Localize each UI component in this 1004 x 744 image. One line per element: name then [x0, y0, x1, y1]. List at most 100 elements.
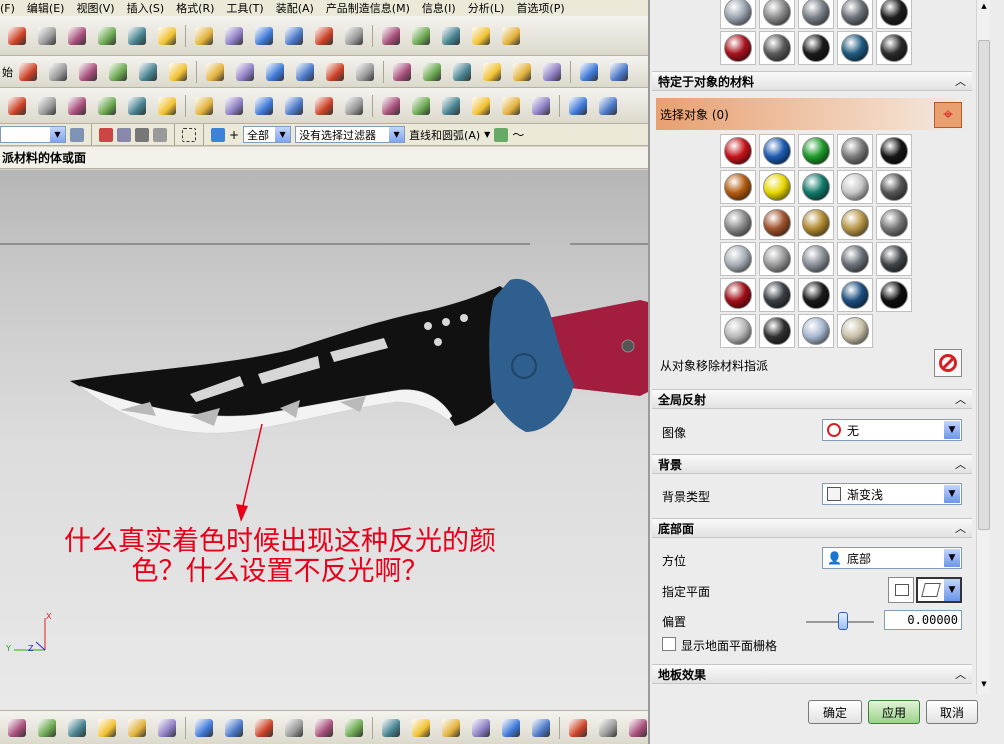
view-tool-button[interactable]: [192, 716, 216, 740]
scrollbar-thumb[interactable]: [978, 40, 990, 530]
material-sphere[interactable]: [802, 209, 830, 237]
type-filter-combo[interactable]: ▼: [0, 126, 66, 143]
surface-tool-button[interactable]: [282, 94, 306, 118]
material-sphere[interactable]: [724, 281, 752, 309]
material-sphere[interactable]: [841, 245, 869, 273]
material-sphere[interactable]: [802, 317, 830, 345]
menu-item[interactable]: 视图(V): [76, 0, 114, 16]
standard-tool-button[interactable]: [282, 24, 306, 48]
chevron-down-icon[interactable]: ▼: [944, 579, 960, 601]
standard-tool-button[interactable]: [95, 24, 119, 48]
view-tool-button[interactable]: [499, 716, 523, 740]
surface-tool-button[interactable]: [312, 94, 336, 118]
menu-item[interactable]: 信息(I): [422, 0, 456, 16]
menu-item[interactable]: 插入(S): [127, 0, 165, 16]
feature-tool-button[interactable]: [293, 60, 317, 84]
material-sphere[interactable]: [802, 137, 830, 165]
surface-tool-button[interactable]: [35, 94, 59, 118]
surface-tool-button[interactable]: [499, 94, 523, 118]
material-sphere[interactable]: [802, 281, 830, 309]
material-sphere[interactable]: [880, 281, 908, 309]
material-sphere[interactable]: [841, 137, 869, 165]
view-tool-button[interactable]: [596, 716, 620, 740]
select-icon[interactable]: [117, 127, 131, 142]
standard-tool-button[interactable]: [379, 24, 403, 48]
menu-item[interactable]: (F): [0, 2, 15, 15]
material-sphere[interactable]: [724, 317, 752, 345]
rectangle-select-icon[interactable]: [182, 127, 196, 142]
menu-item[interactable]: 工具(T): [226, 0, 263, 16]
view-tool-button[interactable]: [469, 716, 493, 740]
standard-tool-button[interactable]: [155, 24, 179, 48]
feature-tool-button[interactable]: [263, 60, 287, 84]
view-tool-button[interactable]: [95, 716, 119, 740]
standard-tool-button[interactable]: [125, 24, 149, 48]
feature-tool-button[interactable]: [390, 60, 414, 84]
curve-icon[interactable]: 〜: [512, 126, 524, 143]
curve-rule-label[interactable]: 直线和圆弧(A): [409, 127, 480, 143]
surface-tool-button[interactable]: [192, 94, 216, 118]
surface-tool-button[interactable]: [439, 94, 463, 118]
ok-button[interactable]: 确定: [808, 700, 862, 724]
surface-tool-button[interactable]: [566, 94, 590, 118]
view-tool-button[interactable]: [566, 716, 590, 740]
object-materials-header[interactable]: 特定于对象的材料 ︿: [652, 71, 972, 91]
view-tool-button[interactable]: [65, 716, 89, 740]
feature-tool-button[interactable]: [106, 60, 130, 84]
offset-slider-thumb[interactable]: [838, 612, 849, 630]
feature-tool-button[interactable]: [323, 60, 347, 84]
cancel-button[interactable]: 取消: [926, 700, 978, 724]
feature-tool-button[interactable]: [577, 60, 601, 84]
surface-tool-button[interactable]: [222, 94, 246, 118]
collapse-icon[interactable]: ︿: [955, 666, 966, 682]
feature-tool-button[interactable]: [510, 60, 534, 84]
deselect-icon[interactable]: [153, 127, 167, 142]
standard-tool-button[interactable]: [65, 24, 89, 48]
material-sphere[interactable]: [841, 173, 869, 201]
feature-tool-button[interactable]: [136, 60, 160, 84]
collapse-icon[interactable]: ︿: [955, 73, 966, 89]
surface-tool-button[interactable]: [469, 94, 493, 118]
show-grid-checkbox[interactable]: [662, 637, 676, 651]
feature-tool-button[interactable]: [607, 60, 631, 84]
surface-tool-button[interactable]: [5, 94, 29, 118]
panel-scrollbar[interactable]: ▲ ▼: [976, 0, 990, 694]
view-tool-button[interactable]: [252, 716, 276, 740]
standard-tool-button[interactable]: [35, 24, 59, 48]
feature-tool-button[interactable]: [420, 60, 444, 84]
global-reflection-header[interactable]: 全局反射 ︿: [652, 389, 972, 409]
view-tool-button[interactable]: [222, 716, 246, 740]
selection-filter-combo[interactable]: 没有选择过滤器 ▼: [295, 126, 406, 143]
feature-tool-button[interactable]: [233, 60, 257, 84]
cube-icon[interactable]: [211, 127, 225, 142]
view-tool-button[interactable]: [626, 716, 648, 740]
view-tool-button[interactable]: [312, 716, 336, 740]
standard-tool-button[interactable]: [312, 24, 336, 48]
surface-tool-button[interactable]: [95, 94, 119, 118]
chevron-down-icon[interactable]: ▼: [944, 549, 960, 567]
view-tool-button[interactable]: [409, 716, 433, 740]
surface-tool-button[interactable]: [342, 94, 366, 118]
view-tool-button[interactable]: [439, 716, 463, 740]
menu-item[interactable]: 分析(L): [468, 0, 505, 16]
feature-tool-button[interactable]: [166, 60, 190, 84]
surface-tool-button[interactable]: [65, 94, 89, 118]
surface-tool-button[interactable]: [529, 94, 553, 118]
menu-item[interactable]: 编辑(E): [27, 0, 65, 16]
feature-tool-button[interactable]: [540, 60, 564, 84]
material-sphere[interactable]: [724, 137, 752, 165]
material-sphere[interactable]: [763, 281, 791, 309]
material-sphere[interactable]: [880, 209, 908, 237]
material-sphere[interactable]: [763, 317, 791, 345]
material-sphere[interactable]: [880, 245, 908, 273]
graphics-window[interactable]: X Y Z: [0, 170, 648, 710]
plane-dialog-button[interactable]: [888, 577, 914, 603]
surface-tool-button[interactable]: [409, 94, 433, 118]
remove-material-button[interactable]: [934, 349, 962, 377]
menu-item[interactable]: 产品制造信息(M): [326, 0, 410, 16]
material-sphere[interactable]: [724, 245, 752, 273]
standard-tool-button[interactable]: [469, 24, 493, 48]
material-sphere[interactable]: [763, 173, 791, 201]
material-sphere[interactable]: [880, 173, 908, 201]
orientation-dropdown[interactable]: 👤 底部 ▼: [822, 547, 962, 569]
